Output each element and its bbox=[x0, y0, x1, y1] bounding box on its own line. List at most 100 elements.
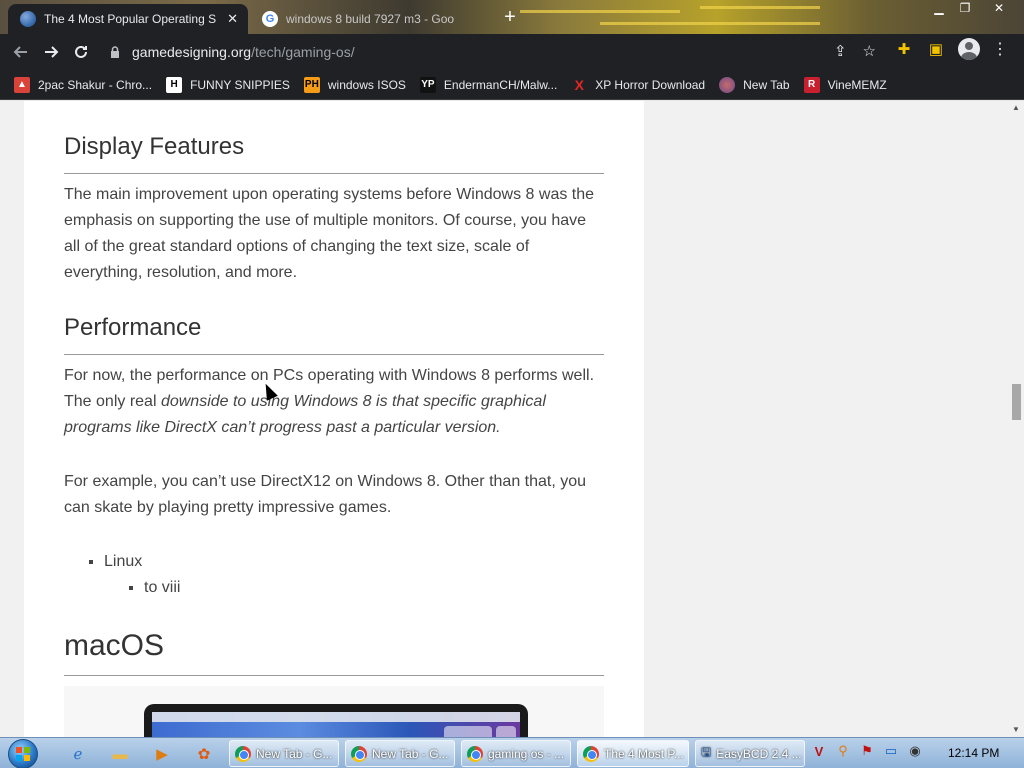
performance-heading: Performance bbox=[64, 314, 604, 355]
chrome-icon bbox=[467, 745, 483, 762]
reload-icon bbox=[75, 45, 87, 58]
chrome-icon bbox=[235, 745, 251, 762]
list-item: Linux to viii bbox=[104, 549, 604, 601]
new-tab-button[interactable]: + bbox=[498, 6, 522, 30]
bookmark-label: New Tab bbox=[743, 77, 790, 92]
display-features-heading: Display Features bbox=[64, 133, 604, 174]
media-player-icon[interactable]: ▶ bbox=[150, 742, 174, 766]
bookmark-windows-isos[interactable]: PH windows ISOS bbox=[303, 76, 406, 93]
bookmark-endermanch[interactable]: YP EndermanCH/Malw... bbox=[419, 76, 558, 93]
bookmark-vinememz[interactable]: R VineMEMZ bbox=[803, 76, 887, 93]
bookmark-label: EndermanCH/Malw... bbox=[443, 77, 558, 92]
taskbar-button-label: New Tab - G... bbox=[372, 746, 449, 761]
easybcd-icon: 🖫 bbox=[701, 745, 712, 759]
bookmark-star-icon[interactable]: ☆ bbox=[863, 42, 876, 60]
wallpaper-streak bbox=[600, 22, 820, 25]
tab-title: windows 8 build 7927 m3 - Goo bbox=[286, 12, 455, 26]
close-tab-icon[interactable]: ✕ bbox=[227, 11, 238, 27]
search-tool-icon[interactable]: ⚲ bbox=[834, 743, 852, 759]
scroll-up-icon[interactable]: ▲ bbox=[1008, 101, 1024, 115]
cake-icon: ▲ bbox=[14, 76, 30, 93]
taskbar-button-label: EasyBCD 2.4 ... bbox=[716, 746, 802, 761]
back-button[interactable] bbox=[6, 37, 36, 67]
chrome-icon bbox=[351, 745, 367, 762]
taskbar-clock[interactable]: 12:14 PM bbox=[948, 746, 999, 760]
sub-list: to viii bbox=[144, 575, 604, 601]
wallpaper-streak bbox=[520, 10, 680, 13]
system-tray: V ⚲ ⚑ ▭ ◉ bbox=[810, 743, 924, 759]
file-explorer-icon[interactable]: ▬ bbox=[108, 742, 132, 766]
bookmark-2pac[interactable]: ▲ 2pac Shakur - Chro... bbox=[14, 76, 153, 93]
taskbar-button-easybcd[interactable]: 🖫 EasyBCD 2.4 ... bbox=[695, 740, 805, 767]
list-item-linux: Linux bbox=[104, 553, 143, 570]
widget-panel bbox=[444, 726, 492, 737]
widget-panel bbox=[496, 726, 516, 737]
site-favicon-icon bbox=[20, 11, 36, 27]
reload-button[interactable] bbox=[66, 37, 96, 67]
page-viewport: Display Features The main improvement up… bbox=[0, 101, 1008, 737]
windows-logo-icon bbox=[16, 747, 30, 761]
app-icon[interactable]: ✿ bbox=[192, 742, 216, 766]
os-list: Linux to viii bbox=[104, 549, 604, 601]
bookmark-label: 2pac Shakur - Chro... bbox=[38, 77, 153, 92]
minimize-button[interactable]: ▁ bbox=[926, 0, 952, 18]
maximize-button[interactable]: ❐ bbox=[952, 0, 978, 18]
taskbar-button-gaming-os[interactable]: gaming os - ... bbox=[461, 740, 571, 767]
macbook-image bbox=[144, 704, 528, 737]
start-button[interactable] bbox=[8, 739, 38, 768]
back-arrow-icon bbox=[13, 46, 27, 58]
close-window-button[interactable]: ✕ bbox=[986, 0, 1012, 18]
volume-icon[interactable]: ◉ bbox=[906, 743, 924, 759]
taskbar-button-label: New Tab - G... bbox=[256, 746, 333, 761]
side-panel-icon[interactable]: ▣ bbox=[926, 39, 946, 59]
tab-inactive[interactable]: G windows 8 build 7927 m3 - Goo bbox=[250, 4, 478, 34]
url-host: gamedesigning.org bbox=[132, 44, 252, 60]
profile-avatar[interactable] bbox=[958, 38, 980, 60]
tab-active[interactable]: The 4 Most Popular Operating S ✕ bbox=[8, 4, 248, 34]
bookmark-xp-horror[interactable]: X XP Horror Download bbox=[571, 76, 706, 93]
taskbar-button-label: The 4 Most P... bbox=[604, 746, 684, 761]
scroll-down-icon[interactable]: ▼ bbox=[1008, 723, 1024, 737]
wallpaper-streak bbox=[700, 6, 820, 9]
share-icon[interactable]: ⇪ bbox=[834, 42, 847, 60]
address-bar[interactable]: gamedesigning.org/tech/gaming-os/ ⇪ ☆ bbox=[108, 38, 886, 66]
x-logo-icon: X bbox=[574, 76, 584, 93]
extensions-puzzle-icon[interactable]: ✚ bbox=[894, 39, 914, 59]
list-item-sub: to viii bbox=[144, 575, 604, 601]
antivirus-icon[interactable]: V bbox=[810, 744, 828, 759]
globe-icon bbox=[719, 76, 736, 93]
bookmarks-bar: ▲ 2pac Shakur - Chro... H FUNNY SNIPPIES… bbox=[0, 70, 1024, 100]
laptop-menubar bbox=[152, 712, 520, 722]
url-path: /tech/gaming-os/ bbox=[251, 44, 355, 60]
yp-logo-icon: YP bbox=[419, 76, 436, 93]
tab-title: The 4 Most Popular Operating S bbox=[44, 12, 217, 26]
macos-figure bbox=[64, 686, 604, 737]
taskbar-button-new-tab-2[interactable]: New Tab - G... bbox=[345, 740, 455, 767]
title-bar: The 4 Most Popular Operating S ✕ G windo… bbox=[0, 0, 1024, 34]
ph-logo-icon: PH bbox=[303, 76, 320, 93]
flag-icon[interactable]: ⚑ bbox=[858, 743, 876, 759]
macos-heading: macOS bbox=[64, 629, 604, 676]
internet-explorer-icon[interactable]: ℯ bbox=[66, 742, 90, 766]
scroll-thumb[interactable] bbox=[1012, 384, 1021, 420]
display-features-paragraph: The main improvement upon operating syst… bbox=[64, 186, 595, 281]
bookmark-label: VineMEMZ bbox=[827, 77, 887, 92]
taskbar-button-new-tab-1[interactable]: New Tab - G... bbox=[229, 740, 339, 767]
chrome-icon bbox=[583, 745, 599, 762]
bookmark-new-tab[interactable]: New Tab bbox=[719, 76, 790, 93]
bookmark-label: XP Horror Download bbox=[595, 77, 706, 92]
browser-toolbar: gamedesigning.org/tech/gaming-os/ ⇪ ☆ bbox=[0, 34, 1024, 70]
bookmark-funny-snippies[interactable]: H FUNNY SNIPPIES bbox=[166, 76, 290, 93]
menu-icon[interactable]: ⋮ bbox=[992, 39, 1008, 59]
network-icon[interactable]: ▭ bbox=[882, 743, 900, 759]
performance-paragraph: For now, the performance on PCs operatin… bbox=[64, 363, 604, 441]
windows-taskbar: ℯ ▬ ▶ ✿ New Tab - G... New Tab - G... ga… bbox=[0, 737, 1024, 768]
page-scrollbar[interactable]: ▲ ▼ bbox=[1008, 101, 1024, 737]
r-logo-icon: R bbox=[803, 76, 820, 93]
article-column: Display Features The main improvement up… bbox=[24, 101, 644, 737]
taskbar-button-active-chrome[interactable]: The 4 Most P... bbox=[577, 740, 689, 767]
forward-button[interactable] bbox=[36, 37, 66, 67]
lock-icon[interactable] bbox=[108, 45, 122, 59]
google-favicon-icon: G bbox=[262, 11, 278, 27]
h-logo-icon: H bbox=[166, 76, 183, 93]
